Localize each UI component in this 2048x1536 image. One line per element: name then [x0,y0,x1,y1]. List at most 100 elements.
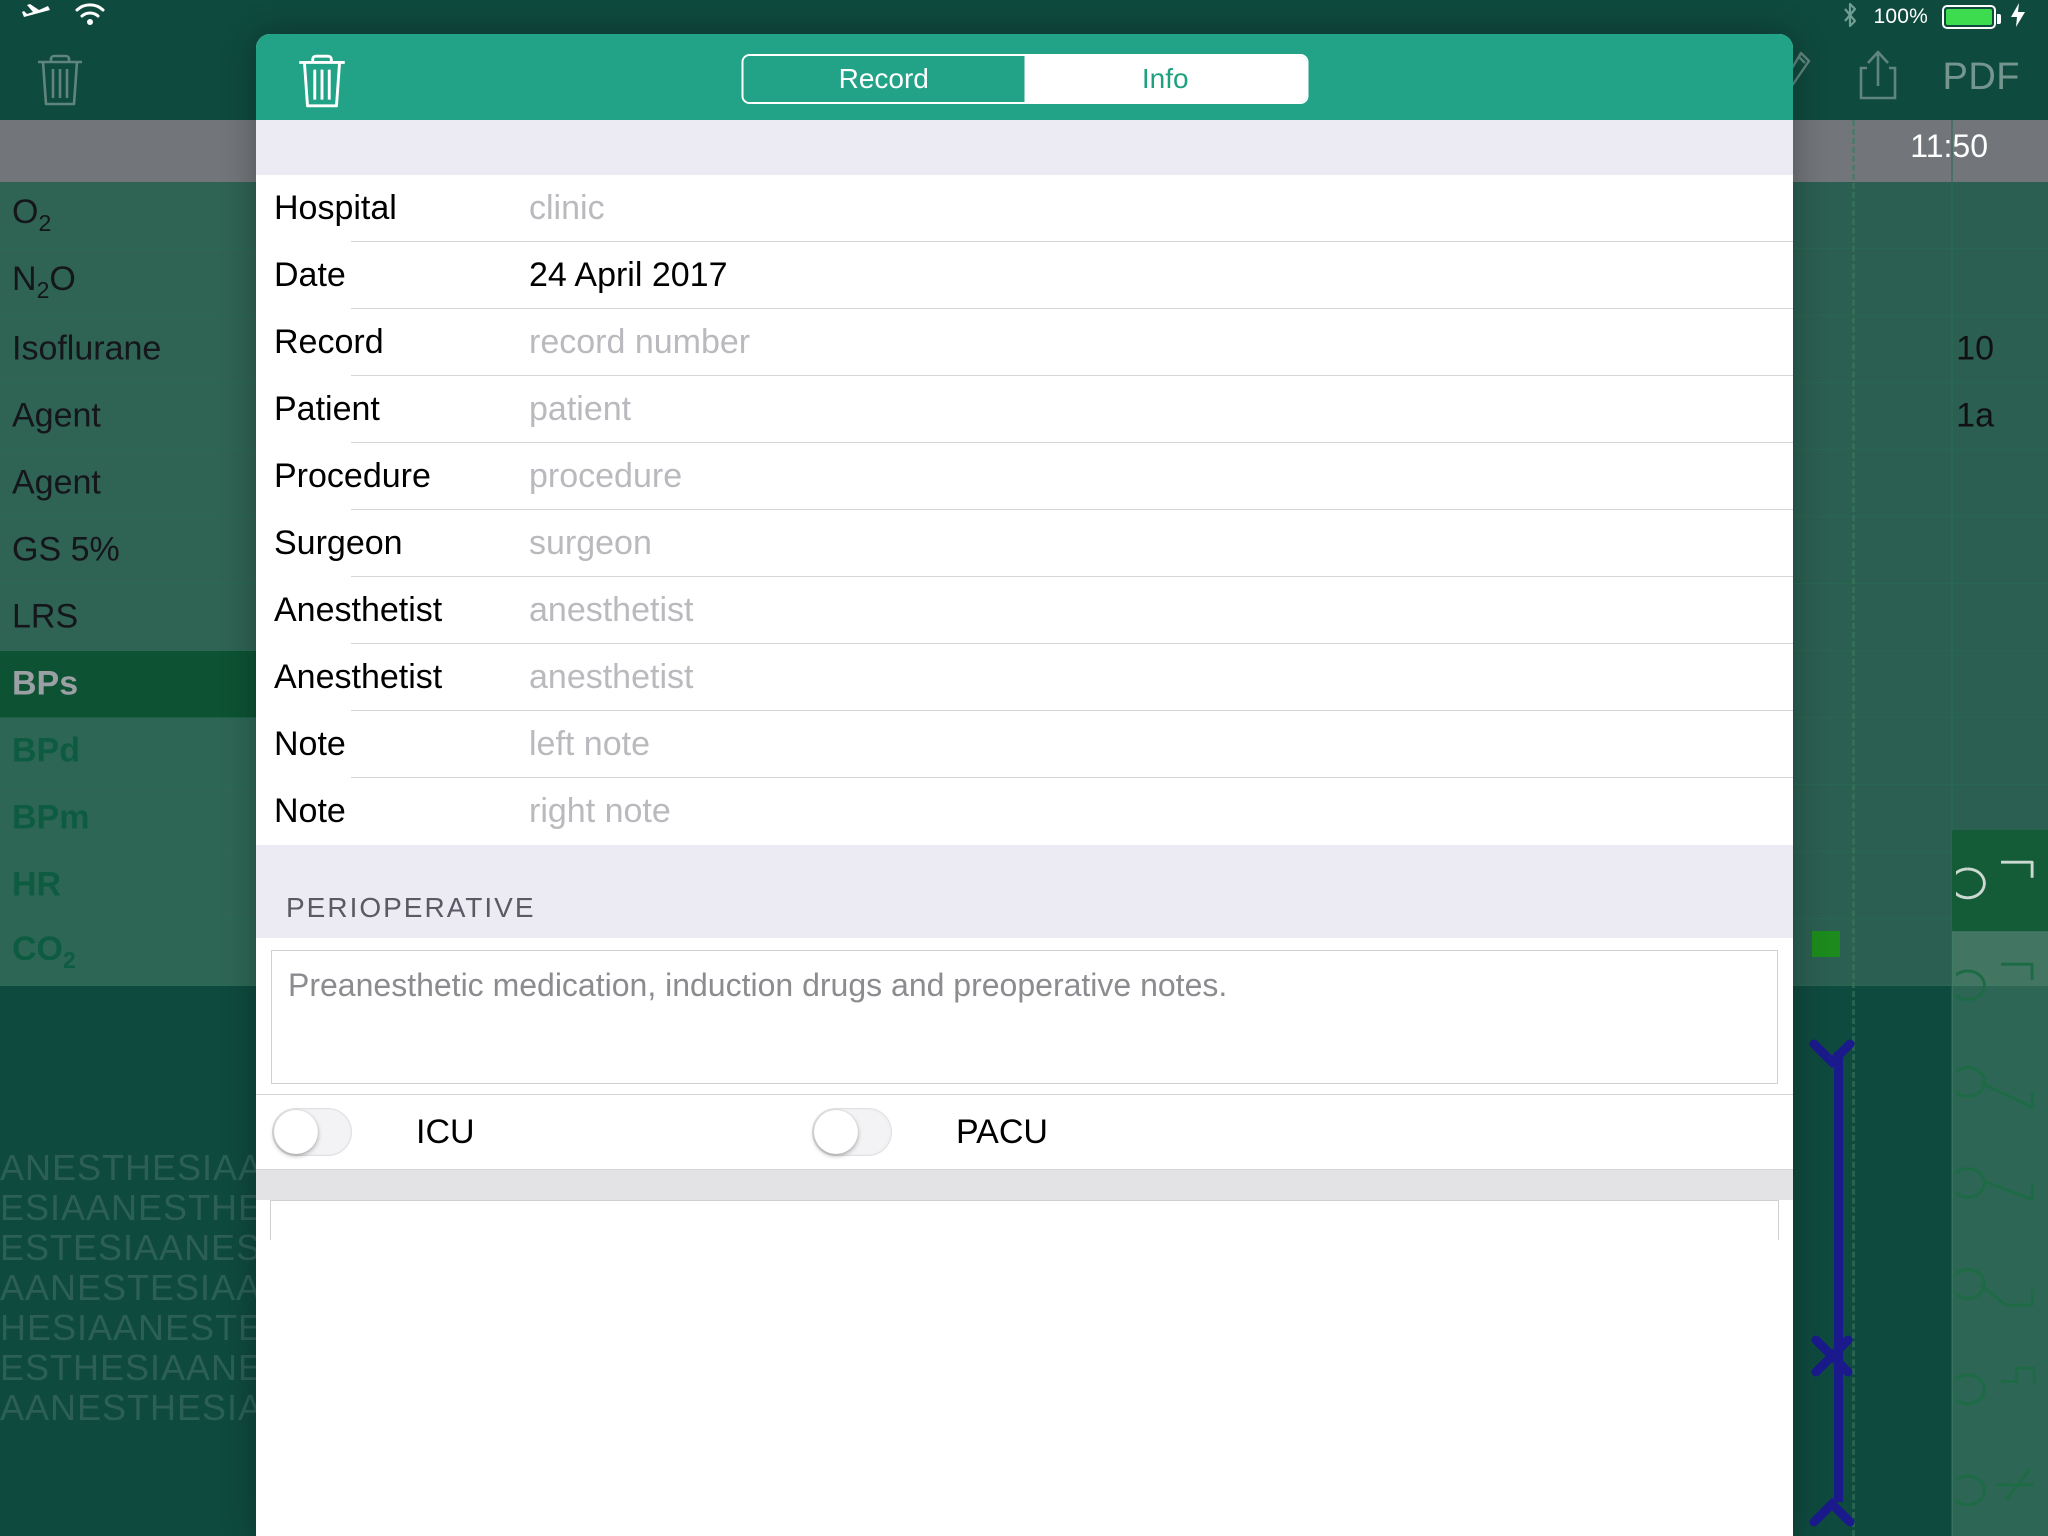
record-fields-list: Hospital clinic Date 24 April 2017 Record rec… [256,175,1793,845]
form-row-record-2[interactable]: Record record number [256,309,1793,376]
icu-label: ICU [416,1112,475,1151]
next-section-panel [270,1200,1779,1240]
field-label: Anesthetist [274,591,443,629]
blood-pressure-plot [1809,830,1855,1530]
chart-row-agent[interactable]: Agent [0,450,258,517]
field-value-input[interactable]: record number [529,323,750,362]
bluetooth-icon [1841,1,1859,34]
field-value-input[interactable]: left note [529,725,650,764]
modal-trash-icon[interactable] [294,50,350,115]
chart-row-agent[interactable]: Agent [0,383,258,450]
tab-record[interactable]: Record [743,56,1025,102]
chart-row-label: BPs [12,664,79,703]
chart-row-o2[interactable]: O2 [0,182,258,249]
chart-row-label: HR [12,865,62,904]
field-value-input[interactable]: anesthetist [529,658,693,697]
chart-row-label: O2 [12,193,52,236]
field-value-input[interactable]: surgeon [529,524,652,563]
pacu-toggle[interactable] [812,1108,892,1156]
perioperative-section-header: PERIOPERATIVE [256,845,1793,938]
field-label: Date [274,256,346,294]
form-row-note-9[interactable]: Note right note [256,778,1793,845]
chart-row-label: Agent [12,396,101,435]
lightning-bolt-icon [2010,2,2026,33]
form-section-header-spacer [256,120,1793,175]
chart-row-label: CO2 [12,930,76,973]
tab-info[interactable]: Info [1024,56,1306,102]
chart-cell-value: 10 [1956,329,1994,368]
form-row-note-8[interactable]: Note left note [256,711,1793,778]
battery-percent-label: 100% [1873,5,1928,28]
perioperative-notes-wrapper: Preanesthetic medication, induction drug… [256,938,1793,1094]
perioperative-section-title: PERIOPERATIVE [286,892,536,923]
wifi-icon [74,2,106,33]
share-icon[interactable] [1855,48,1901,107]
chart-row-spacer[interactable] [0,120,258,182]
chart-row-label: BPd [12,731,80,770]
chart-row-hr[interactable]: HR [0,852,258,919]
field-value-input[interactable]: 24 April 2017 [529,256,728,295]
trash-icon[interactable] [34,50,86,113]
bp-symbol-cell[interactable] [1952,931,2048,1032]
bp-symbol-cell[interactable] [1952,830,2048,931]
form-row-patient-3[interactable]: Patient patient [256,376,1793,443]
chart-row-n2o[interactable]: N2O [0,249,258,316]
form-row-date-1[interactable]: Date 24 April 2017 [256,242,1793,309]
bp-symbol-cell[interactable] [1952,1032,2048,1133]
bp-symbol-column [1952,830,2048,1536]
ios-status-bar: 100% [0,0,2048,34]
field-label: Anesthetist [274,658,443,696]
chart-row-bpm[interactable]: BPm [0,785,258,852]
airplane-icon [22,0,52,35]
record-info-modal: Record Info Hospital clinic Date 24 April 2… [256,34,1793,1536]
icu-toggle[interactable] [272,1108,352,1156]
chart-row-bps[interactable]: BPs [0,651,258,718]
field-value-input[interactable]: anesthetist [529,591,693,630]
pacu-label: PACU [956,1112,1048,1151]
field-label: Record [274,323,384,361]
record-info-segmented-control[interactable]: Record Info [741,54,1308,104]
pacu-toggle-group[interactable]: PACU [812,1108,1352,1156]
chart-row-label: Isoflurane [12,329,162,368]
bp-symbol-cell[interactable] [1952,1335,2048,1436]
icu-toggle-group[interactable]: ICU [272,1108,812,1156]
field-label: Surgeon [274,524,403,562]
modal-body: Hospital clinic Date 24 April 2017 Record rec… [256,120,1793,1536]
chart-row-label: BPm [12,798,90,837]
field-value-input[interactable]: clinic [529,189,605,228]
bp-symbol-cell[interactable] [1952,1436,2048,1536]
form-row-hospital-0[interactable]: Hospital clinic [256,175,1793,242]
chart-row-label: LRS [12,597,79,636]
chart-row-co2[interactable]: CO2 [0,919,258,986]
form-row-procedure-4[interactable]: Procedure procedure [256,443,1793,510]
bp-symbol-cell[interactable] [1952,1133,2048,1234]
form-row-anesthetist-7[interactable]: Anesthetist anesthetist [256,644,1793,711]
form-row-anesthetist-6[interactable]: Anesthetist anesthetist [256,577,1793,644]
battery-icon [1942,5,2001,29]
bp-symbol-overlay [1809,1039,1855,1527]
chart-time-label: 11:50 [1910,128,1988,164]
field-label: Note [274,792,346,830]
pdf-button[interactable]: PDF [1943,56,2021,99]
field-value-input[interactable]: procedure [529,457,682,496]
chart-row-gs-5-[interactable]: GS 5% [0,517,258,584]
form-row-surgeon-5[interactable]: Surgeon surgeon [256,510,1793,577]
chart-row-label: N2O [12,260,76,303]
bp-symbol-cell[interactable] [1952,1234,2048,1335]
field-value-input[interactable]: patient [529,390,631,429]
field-label: Procedure [274,457,431,495]
chart-row-label: GS 5% [12,530,120,569]
disposition-toggle-row: ICU PACU [256,1094,1793,1170]
chart-row-bpd[interactable]: BPd [0,718,258,785]
field-label: Hospital [274,189,397,227]
chart-row-isoflurane[interactable]: Isoflurane [0,316,258,383]
chart-row-lrs[interactable]: LRS [0,584,258,651]
chart-row-label: Agent [12,463,101,502]
chart-cell-value: 1a [1956,396,1994,435]
perioperative-notes-input[interactable]: Preanesthetic medication, induction drug… [271,950,1778,1084]
field-value-input[interactable]: right note [529,792,671,831]
modal-header: Record Info [256,34,1793,120]
section-divider-strip [256,1170,1793,1200]
field-label: Patient [274,390,380,428]
field-label: Note [274,725,346,763]
